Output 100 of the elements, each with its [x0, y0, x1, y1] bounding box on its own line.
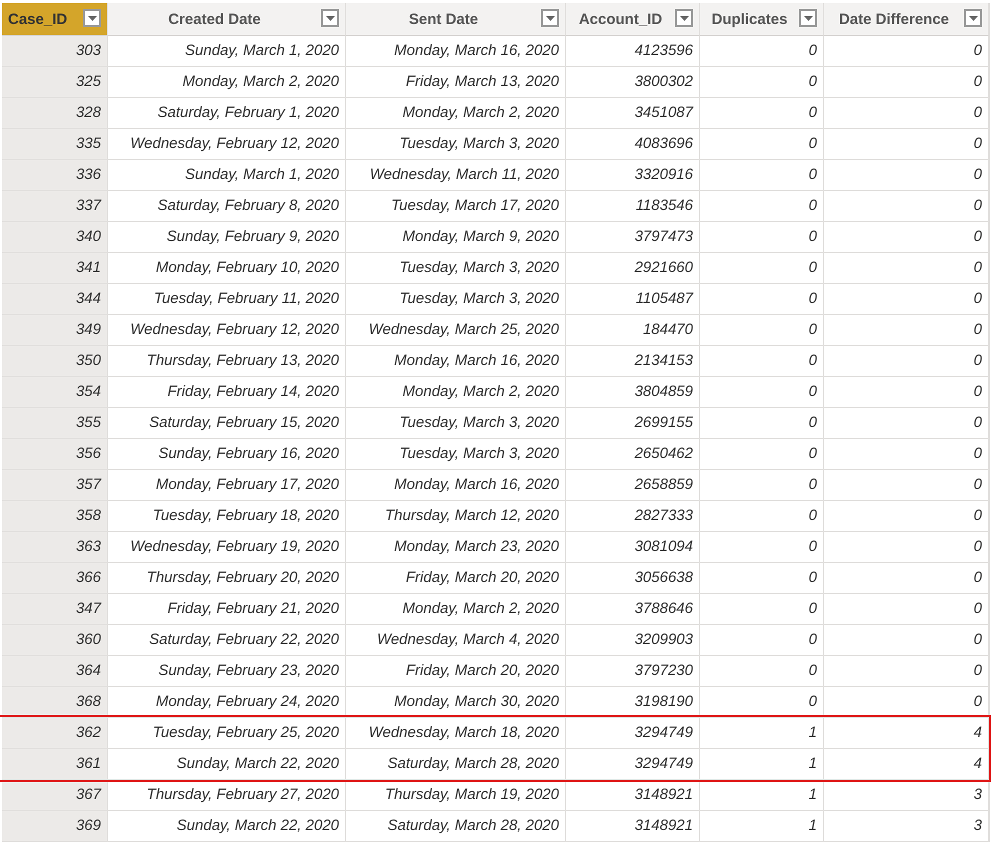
table-cell: Saturday, February 8, 2020	[108, 191, 346, 222]
table-cell: Wednesday, March 25, 2020	[346, 315, 566, 346]
table-cell: Sunday, February 23, 2020	[108, 656, 346, 687]
table-cell: 0	[824, 222, 989, 253]
table-cell: Saturday, March 28, 2020	[346, 811, 566, 842]
table-cell: 3804859	[566, 377, 700, 408]
table-cell: 360	[2, 625, 108, 656]
table-cell: 0	[824, 284, 989, 315]
table-cell: 0	[824, 439, 989, 470]
caret-icon	[680, 16, 688, 20]
table-cell: Thursday, February 20, 2020	[108, 563, 346, 594]
table-cell: 0	[700, 439, 824, 470]
caret-icon	[968, 16, 978, 20]
table-cell: 4083696	[566, 129, 700, 160]
table-cell: 2134153	[566, 346, 700, 377]
table-cell: 0	[824, 36, 989, 67]
table-cell: Saturday, February 1, 2020	[108, 98, 346, 129]
table-cell: 3209903	[566, 625, 700, 656]
table-cell: Monday, March 16, 2020	[346, 470, 566, 501]
column-header[interactable]: Sent Date	[346, 3, 566, 36]
table-cell: 325	[2, 67, 108, 98]
table-cell: 1	[700, 811, 824, 842]
table-cell: 335	[2, 129, 108, 160]
table-cell: Tuesday, March 3, 2020	[346, 284, 566, 315]
table-cell: 2650462	[566, 439, 700, 470]
table-cell: 0	[700, 160, 824, 191]
table-cell: Friday, February 21, 2020	[108, 594, 346, 625]
table-cell: 2827333	[566, 501, 700, 532]
table-cell: 368	[2, 687, 108, 718]
column-header[interactable]: Created Date	[108, 3, 346, 36]
table-cell: Sunday, March 22, 2020	[108, 811, 346, 842]
table-cell: 0	[824, 687, 989, 718]
dropdown-button[interactable]	[964, 9, 982, 27]
table-cell: 3	[824, 780, 989, 811]
table-cell: 3081094	[566, 532, 700, 563]
table-cell: 0	[700, 98, 824, 129]
table-cell: Saturday, February 22, 2020	[108, 625, 346, 656]
table-cell: Tuesday, March 3, 2020	[346, 439, 566, 470]
table-cell: 355	[2, 408, 108, 439]
dropdown-button[interactable]	[675, 9, 693, 27]
table-cell: 1	[700, 749, 824, 780]
table-cell: Tuesday, March 3, 2020	[346, 129, 566, 160]
table-cell: Wednesday, March 11, 2020	[346, 160, 566, 191]
column-header[interactable]: Date Difference	[824, 3, 989, 36]
table-cell: 0	[700, 67, 824, 98]
table-cell: Monday, March 2, 2020	[346, 594, 566, 625]
table-cell: Tuesday, March 3, 2020	[346, 408, 566, 439]
table-cell: Tuesday, February 11, 2020	[108, 284, 346, 315]
table-cell: 369	[2, 811, 108, 842]
table-cell: 1	[700, 780, 824, 811]
table-cell: 341	[2, 253, 108, 284]
table-cell: Monday, February 24, 2020	[108, 687, 346, 718]
table-cell: 0	[824, 594, 989, 625]
table-cell: 367	[2, 780, 108, 811]
table-cell: 363	[2, 532, 108, 563]
table-cell: Monday, March 16, 2020	[346, 346, 566, 377]
table-cell: 0	[700, 408, 824, 439]
table-cell: Sunday, March 22, 2020	[108, 749, 346, 780]
dropdown-button[interactable]	[799, 9, 817, 27]
table-cell: Monday, February 10, 2020	[108, 253, 346, 284]
table-cell: 0	[824, 253, 989, 284]
dropdown-button[interactable]	[321, 9, 339, 27]
table-cell: 1183546	[566, 191, 700, 222]
table-cell: 328	[2, 98, 108, 129]
table-cell: Wednesday, February 12, 2020	[108, 315, 346, 346]
table-cell: Thursday, March 12, 2020	[346, 501, 566, 532]
table-cell: 0	[824, 346, 989, 377]
table-cell: 3056638	[566, 563, 700, 594]
table-cell: Saturday, March 28, 2020	[346, 749, 566, 780]
table-cell: 0	[824, 408, 989, 439]
table-cell: Tuesday, March 17, 2020	[346, 191, 566, 222]
dropdown-button[interactable]	[83, 9, 101, 27]
column-header[interactable]: Duplicates	[700, 3, 824, 36]
table-cell: Monday, March 2, 2020	[346, 377, 566, 408]
table-cell: 0	[700, 625, 824, 656]
table-cell: 337	[2, 191, 108, 222]
table-cell: 0	[824, 160, 989, 191]
table-cell: Thursday, February 27, 2020	[108, 780, 346, 811]
table-cell: Thursday, February 13, 2020	[108, 346, 346, 377]
table-cell: Friday, March 20, 2020	[346, 563, 566, 594]
table-cell: 0	[824, 470, 989, 501]
column-header[interactable]: Account_ID	[566, 3, 700, 36]
table-cell: 350	[2, 346, 108, 377]
table-cell: Friday, February 14, 2020	[108, 377, 346, 408]
table-cell: 0	[824, 532, 989, 563]
table-cell: 0	[700, 532, 824, 563]
dropdown-button[interactable]	[541, 9, 559, 27]
table-cell: 364	[2, 656, 108, 687]
table-cell: Sunday, February 9, 2020	[108, 222, 346, 253]
table-cell: 0	[824, 98, 989, 129]
table-cell: 0	[824, 191, 989, 222]
table-cell: 0	[824, 656, 989, 687]
table-cell: 0	[824, 129, 989, 160]
table-cell: 0	[700, 470, 824, 501]
table-cell: Monday, March 30, 2020	[346, 687, 566, 718]
table-cell: 0	[700, 501, 824, 532]
table-cell: Monday, March 2, 2020	[346, 98, 566, 129]
column-header[interactable]: Case_ID	[2, 3, 108, 36]
table-cell: 358	[2, 501, 108, 532]
table-cell: 0	[700, 687, 824, 718]
